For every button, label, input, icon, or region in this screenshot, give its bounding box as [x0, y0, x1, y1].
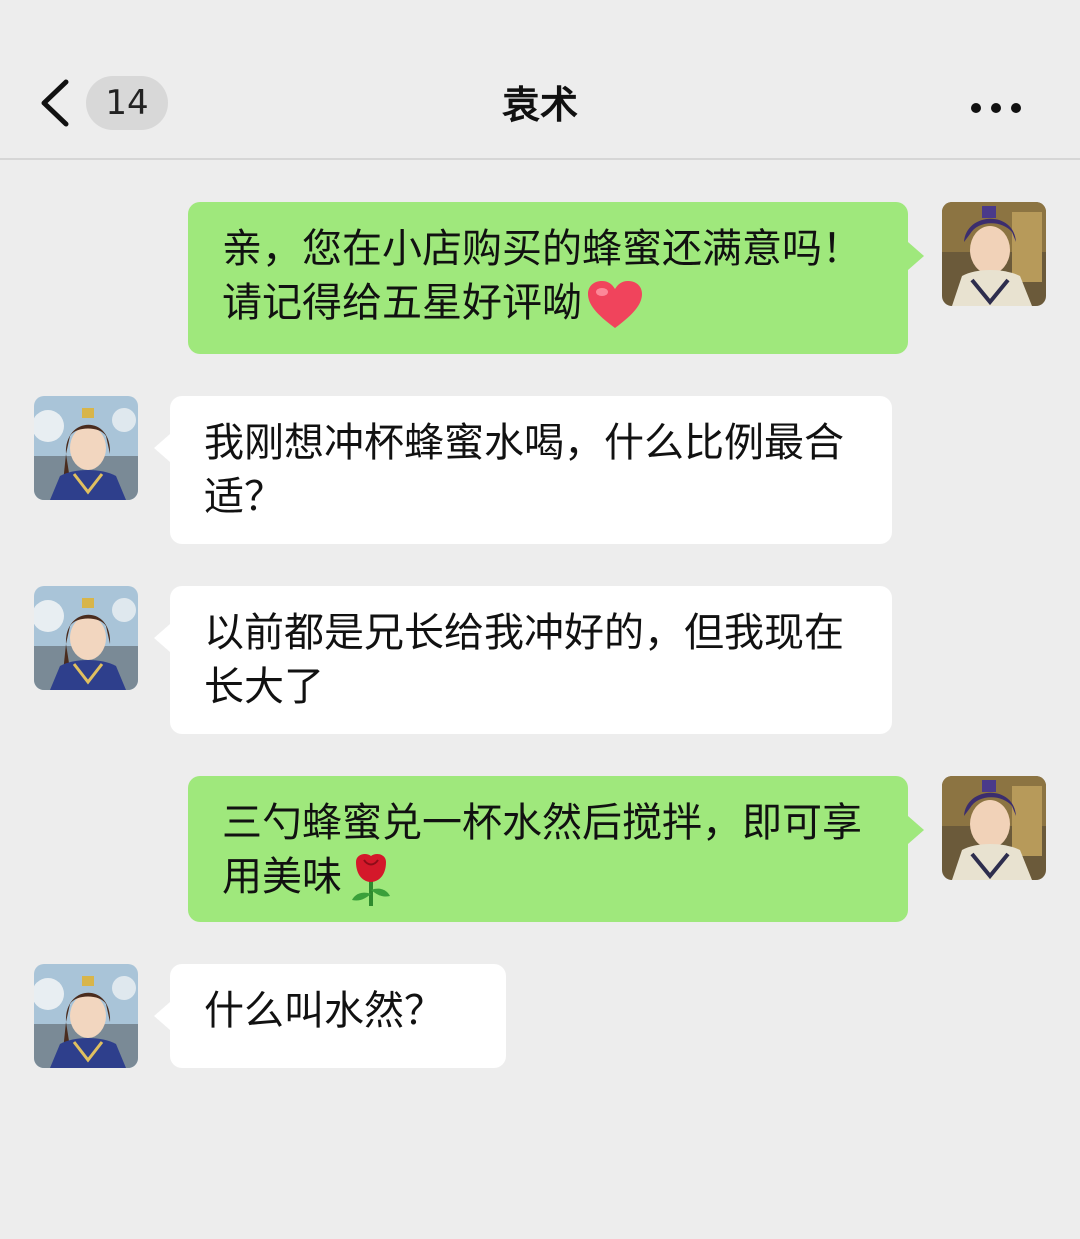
- avatar-contact[interactable]: [34, 586, 138, 690]
- heart-emoji: [588, 281, 642, 328]
- message-text: 我刚想冲杯蜂蜜水喝，什么比例最合适？: [204, 420, 844, 520]
- bubble-tail: [908, 816, 924, 844]
- message-bubble-outgoing[interactable]: 亲，您在小店购买的蜂蜜还满意吗！请记得给五星好评呦: [188, 202, 924, 354]
- message-bubble-outgoing[interactable]: 三勺蜂蜜兑一杯水然后搅拌，即可享用美味: [188, 776, 924, 922]
- avatar-contact[interactable]: [34, 964, 138, 1068]
- bubble-tail: [154, 624, 170, 652]
- message-text: 以前都是兄长给我冲好的，但我现在长大了: [204, 610, 844, 710]
- bubble-tail: [908, 242, 924, 270]
- rose-emoji: [352, 854, 390, 906]
- avatar-contact[interactable]: [34, 396, 138, 500]
- unread-count-badge[interactable]: 14: [86, 76, 168, 130]
- message-text: 亲，您在小店购买的蜂蜜还满意吗！请记得给五星好评呦: [222, 226, 862, 326]
- avatar-me[interactable]: [942, 202, 1046, 306]
- avatar-me[interactable]: [942, 776, 1046, 880]
- chat-header: 14 袁术: [0, 0, 1080, 160]
- chat-title: 袁术: [501, 83, 578, 127]
- bubble-tail: [154, 434, 170, 462]
- message-bubble-incoming[interactable]: 我刚想冲杯蜂蜜水喝，什么比例最合适？: [154, 396, 892, 544]
- message-bubble-incoming[interactable]: 什么叫水然？: [154, 964, 506, 1068]
- bubble-tail: [154, 1002, 170, 1030]
- more-dots-icon[interactable]: [966, 88, 1026, 124]
- message-text: 什么叫水然？: [204, 988, 444, 1034]
- message-text: 三勺蜂蜜兑一杯水然后搅拌，即可享用美味: [222, 800, 862, 900]
- chevron-left-icon[interactable]: [36, 78, 76, 128]
- message-bubble-incoming[interactable]: 以前都是兄长给我冲好的，但我现在长大了: [154, 586, 892, 734]
